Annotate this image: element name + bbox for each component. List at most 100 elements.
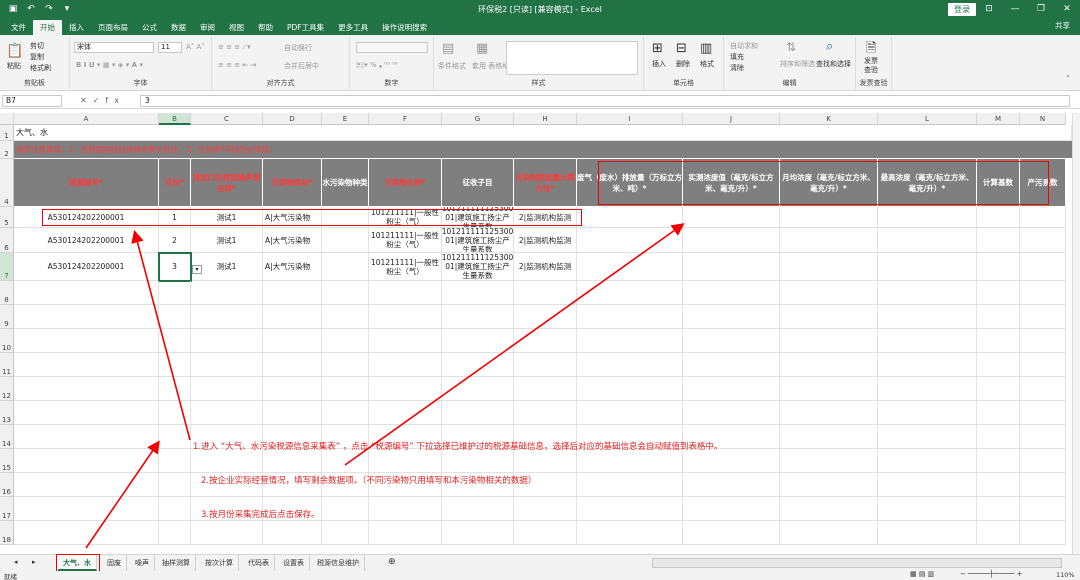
cell-k17[interactable] (780, 497, 878, 521)
cell-c18[interactable] (191, 521, 263, 545)
cell-b16[interactable] (159, 473, 191, 497)
conditional-format-icon[interactable]: ▤ (442, 41, 454, 56)
cell-i16[interactable] (577, 473, 683, 497)
sheet-tab-8[interactable]: 税源信息维护 (312, 555, 365, 571)
cell-a10[interactable] (14, 329, 159, 353)
cell-m15[interactable] (977, 449, 1020, 473)
sheet-tab-4[interactable]: 抽样测算 (157, 555, 196, 571)
cell-h9[interactable] (514, 305, 577, 329)
conditional-format-button[interactable]: 条件格式 (438, 61, 466, 71)
cell-i12[interactable] (577, 377, 683, 401)
cell-e8[interactable] (322, 281, 369, 305)
cell-a12[interactable] (14, 377, 159, 401)
cell-k18[interactable] (780, 521, 878, 545)
cell-j9[interactable] (683, 305, 780, 329)
cell-e10[interactable] (322, 329, 369, 353)
tab-insert[interactable]: 插入 (62, 20, 91, 35)
row-header-6[interactable]: 6 (0, 228, 14, 253)
cell-i8[interactable] (577, 281, 683, 305)
cell-b13[interactable] (159, 401, 191, 425)
cell-a1[interactable]: 大气、水 (14, 125, 1072, 141)
cell-b17[interactable] (159, 497, 191, 521)
cell-k7[interactable] (780, 253, 878, 281)
clear-button[interactable]: 清除 (730, 63, 744, 73)
cell-f8[interactable] (369, 281, 442, 305)
cell-g12[interactable] (442, 377, 514, 401)
cell-k12[interactable] (780, 377, 878, 401)
cell-m17[interactable] (977, 497, 1020, 521)
cell-h13[interactable] (514, 401, 577, 425)
cell-b18[interactable] (159, 521, 191, 545)
invoice-check-button[interactable]: 发票 查验 (864, 57, 878, 75)
formula-input[interactable]: 3 (140, 95, 1070, 107)
cell-m18[interactable] (977, 521, 1020, 545)
cell-f9[interactable] (369, 305, 442, 329)
tell-me-search[interactable]: 操作说明搜索 (375, 20, 434, 35)
worksheet-grid[interactable]: A B C D E F G H I J K L M N 1 2 4 5 6 7 8 9 10 11 12 13 14 15 16 17 18… (0, 113, 1072, 554)
cell-f15[interactable] (369, 449, 442, 473)
cell-i6[interactable] (577, 228, 683, 253)
cell-i11[interactable] (577, 353, 683, 377)
cell-c6[interactable]: 测试1 (191, 228, 263, 253)
zoom-slider[interactable]: − ─────┼───── + (960, 570, 1023, 578)
restore-icon[interactable]: ❐ (1028, 0, 1054, 18)
tab-review[interactable]: 审阅 (193, 20, 222, 35)
cell-c11[interactable] (191, 353, 263, 377)
cell-h11[interactable] (514, 353, 577, 377)
cell-a17[interactable] (14, 497, 159, 521)
cell-a8[interactable] (14, 281, 159, 305)
cut-button[interactable]: 剪切 (30, 41, 44, 51)
number-format-icons[interactable]: 🖭▾ % ❟ ⁰⁰ ⁰⁰ (356, 61, 398, 72)
format-painter-button[interactable]: 格式刷 (30, 63, 51, 73)
cell-d7[interactable]: A|大气污染物 (263, 253, 322, 281)
cell-h6[interactable]: 2|监测机构监测 (514, 228, 577, 253)
cell-dropdown-icon[interactable]: ▾ (192, 265, 202, 274)
wrap-text-button[interactable]: 自动换行 (284, 43, 312, 53)
cell-f7[interactable]: 101211111|一般性粉尘（气） (369, 253, 442, 281)
cell-h8[interactable] (514, 281, 577, 305)
column-header-l[interactable]: L (878, 113, 977, 125)
cell-g18[interactable] (442, 521, 514, 545)
cell-i15[interactable] (577, 449, 683, 473)
active-cell-b7[interactable] (158, 252, 192, 282)
cell-m14[interactable] (977, 425, 1020, 449)
cell-i13[interactable] (577, 401, 683, 425)
fx-icon[interactable]: fx (105, 96, 125, 105)
column-header-k[interactable]: K (780, 113, 878, 125)
cell-l18[interactable] (878, 521, 977, 545)
cell-b10[interactable] (159, 329, 191, 353)
cell-m12[interactable] (977, 377, 1020, 401)
sheet-tab-5[interactable]: 按次计算 (200, 555, 239, 571)
cell-b14[interactable] (159, 425, 191, 449)
paste-button[interactable]: 粘贴 (7, 61, 21, 71)
cell-a15[interactable] (14, 449, 159, 473)
cell-i10[interactable] (577, 329, 683, 353)
cell-i5[interactable] (577, 207, 683, 228)
cell-j5[interactable] (683, 207, 780, 228)
cell-k15[interactable] (780, 449, 878, 473)
tab-data[interactable]: 数据 (164, 20, 193, 35)
row-header-13[interactable]: 13 (0, 401, 14, 425)
cell-l15[interactable] (878, 449, 977, 473)
cell-b12[interactable] (159, 377, 191, 401)
cell-a13[interactable] (14, 401, 159, 425)
cell-l9[interactable] (878, 305, 977, 329)
collapse-ribbon-icon[interactable]: ˄ (1066, 75, 1070, 83)
tab-view[interactable]: 视图 (222, 20, 251, 35)
cell-b11[interactable] (159, 353, 191, 377)
cell-c15[interactable] (191, 449, 263, 473)
cell-m5[interactable] (977, 207, 1020, 228)
cell-m7[interactable] (977, 253, 1020, 281)
cell-n9[interactable] (1020, 305, 1066, 329)
row-header-10[interactable]: 10 (0, 329, 14, 353)
row-header-16[interactable]: 16 (0, 473, 14, 497)
cell-d10[interactable] (263, 329, 322, 353)
cell-m9[interactable] (977, 305, 1020, 329)
cell-l12[interactable] (878, 377, 977, 401)
cell-h7[interactable]: 2|监测机构监测 (514, 253, 577, 281)
cell-j13[interactable] (683, 401, 780, 425)
cell-n8[interactable] (1020, 281, 1066, 305)
cell-e9[interactable] (322, 305, 369, 329)
cell-j11[interactable] (683, 353, 780, 377)
cell-l5[interactable] (878, 207, 977, 228)
